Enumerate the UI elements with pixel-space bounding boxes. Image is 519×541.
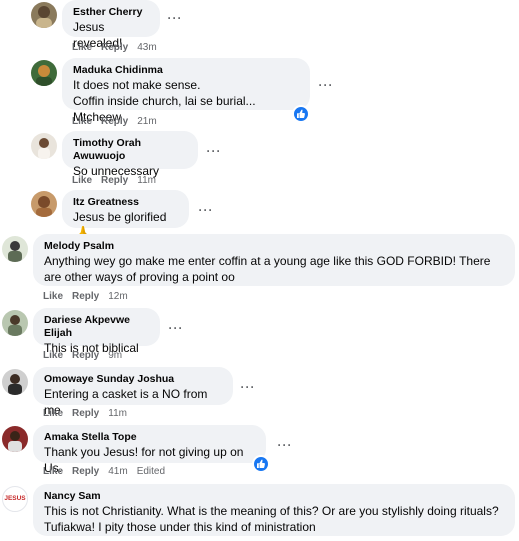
comment-actions: Like Reply 9m (43, 350, 131, 362)
comment-bubble: Timothy Orah Awuwuojo So unnecessary (62, 131, 198, 178)
more-options-icon[interactable]: ··· (240, 380, 256, 394)
edited-label[interactable]: Edited (137, 466, 165, 477)
comment-text-content: Jesus be glorified (73, 210, 167, 224)
timestamp[interactable]: 11m (137, 175, 156, 186)
reply-button[interactable]: Reply (101, 116, 128, 127)
reply-button[interactable]: Reply (101, 42, 128, 53)
comment-text: Anything wey go make me enter coffin at … (44, 254, 494, 284)
avatar-logo-text: JESUS (4, 495, 26, 502)
like-icon[interactable] (292, 105, 310, 123)
timestamp[interactable]: 41m (108, 466, 127, 477)
like-button[interactable]: Like (72, 175, 92, 186)
avatar[interactable] (31, 2, 57, 28)
commenter-name[interactable]: Omowaye Sunday Joshua (44, 373, 222, 386)
avatar[interactable] (2, 426, 28, 452)
more-options-icon[interactable]: ··· (168, 321, 184, 335)
timestamp[interactable]: 9m (108, 350, 122, 361)
more-options-icon[interactable]: ··· (318, 78, 334, 92)
avatar[interactable] (2, 310, 28, 336)
comment-bubble: Omowaye Sunday Joshua Entering a casket … (33, 367, 233, 417)
comment-actions: Like Reply 21m (72, 116, 166, 128)
avatar[interactable]: JESUS (2, 486, 28, 512)
commenter-name[interactable]: Timothy Orah Awuwuojo (73, 137, 187, 163)
reply-button[interactable]: Reply (101, 175, 128, 186)
like-icon[interactable] (252, 455, 270, 473)
comment-actions: Like Reply 43m (72, 42, 166, 54)
like-button[interactable]: Like (43, 408, 63, 419)
like-button[interactable]: Like (72, 42, 92, 53)
commenter-name[interactable]: Melody Psalm (44, 240, 504, 253)
avatar[interactable] (2, 236, 28, 262)
avatar[interactable] (31, 191, 57, 217)
commenter-name[interactable]: Maduka Chidinma (73, 64, 299, 77)
timestamp[interactable]: 11m (108, 408, 127, 419)
avatar[interactable] (31, 133, 57, 159)
reply-button[interactable]: Reply (72, 408, 99, 419)
comment-bubble: Esther Cherry Jesus revealed! (62, 0, 160, 50)
more-options-icon[interactable]: ··· (167, 11, 183, 25)
commenter-name[interactable]: Nancy Sam (44, 490, 504, 503)
commenter-name[interactable]: Itz Greatness (73, 196, 178, 209)
like-button[interactable]: Like (72, 116, 92, 127)
comment-bubble: Nancy Sam This is not Christianity. What… (33, 484, 515, 536)
avatar[interactable] (31, 60, 57, 86)
reply-button[interactable]: Reply (72, 350, 99, 361)
comment-bubble: Itz Greatness Jesus be glorified (62, 190, 189, 237)
comment-actions: Like Reply 11m (43, 408, 136, 420)
reply-button[interactable]: Reply (72, 291, 99, 302)
commenter-name[interactable]: Amaka Stella Tope (44, 431, 255, 444)
more-options-icon[interactable]: ··· (198, 203, 214, 217)
like-button[interactable]: Like (43, 291, 63, 302)
like-button[interactable]: Like (43, 350, 63, 361)
comment-bubble: Dariese Akpevwe Elijah This is not bibli… (33, 308, 160, 355)
comment-bubble: Amaka Stella Tope Thank you Jesus! for n… (33, 425, 266, 475)
comment-actions: Like Reply 41m Edited (43, 466, 174, 478)
timestamp[interactable]: 43m (137, 42, 156, 53)
like-button[interactable]: Like (43, 466, 63, 477)
timestamp[interactable]: 21m (137, 116, 156, 127)
reply-button[interactable]: Reply (72, 466, 99, 477)
avatar[interactable] (2, 369, 28, 395)
more-options-icon[interactable]: ··· (277, 438, 293, 452)
commenter-name[interactable]: Esther Cherry (73, 6, 149, 19)
more-options-icon[interactable]: ··· (206, 144, 222, 158)
comment-bubble: Melody Psalm Anything wey go make me ent… (33, 234, 515, 286)
timestamp[interactable]: 12m (108, 291, 127, 302)
comment-bubble: Maduka Chidinma It does not make sense. … (62, 58, 310, 124)
comment-text: This is not Christianity. What is the me… (44, 504, 499, 534)
comment-actions: Like Reply 11m (72, 175, 165, 187)
commenter-name[interactable]: Dariese Akpevwe Elijah (44, 314, 149, 340)
comment-actions: Like Reply 12m (43, 291, 137, 303)
